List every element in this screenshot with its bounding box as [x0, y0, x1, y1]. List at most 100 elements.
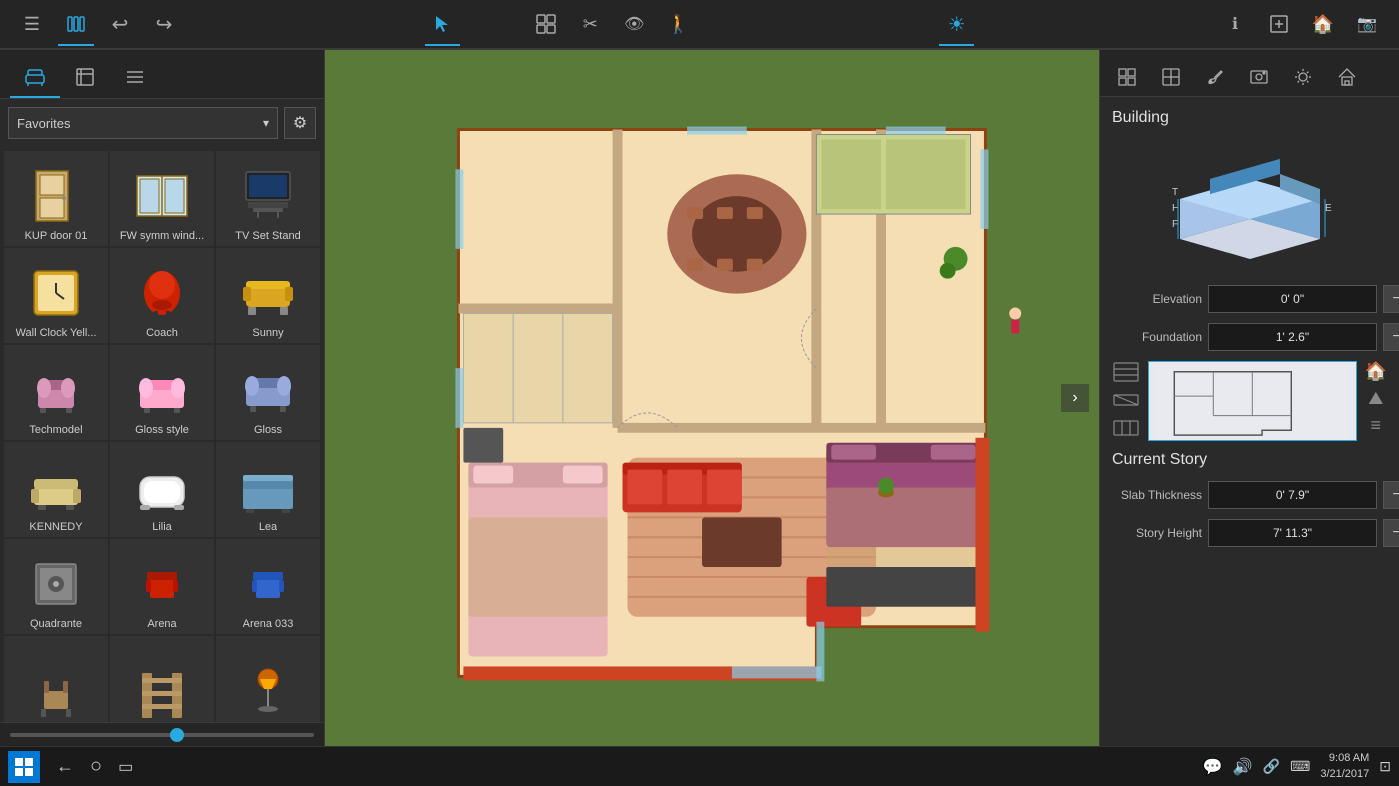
- elevation-label: Elevation: [1112, 292, 1202, 306]
- redo-icon[interactable]: ↪: [142, 2, 186, 46]
- canvas-expand-button[interactable]: ›: [1061, 384, 1089, 412]
- tab-furniture[interactable]: [10, 58, 60, 98]
- item-label-techmodel: Techmodel: [29, 424, 82, 436]
- item-sunny[interactable]: Sunny: [216, 248, 320, 343]
- photo-right-icon[interactable]: [1238, 58, 1280, 96]
- left-panel-tabs: [0, 50, 324, 99]
- camera-top-icon[interactable]: 📷: [1345, 2, 1389, 46]
- foundation-decrement[interactable]: −: [1383, 323, 1399, 351]
- walk-icon[interactable]: 🚶: [656, 2, 700, 46]
- item-thumb-gloss-style: [126, 357, 198, 422]
- select-icon[interactable]: [420, 2, 464, 46]
- scissors-icon[interactable]: ✂: [568, 2, 612, 46]
- settings-button[interactable]: ⚙: [284, 107, 316, 139]
- material-icon[interactable]: [1150, 58, 1192, 96]
- paint-brush-icon[interactable]: [1194, 58, 1236, 96]
- menu-icon[interactable]: ☰: [10, 2, 54, 46]
- favorites-bar: Favorites ▾ ⚙: [0, 99, 324, 147]
- item-thumb-arena: [126, 551, 198, 616]
- item-thumb-shelf1: [126, 660, 198, 722]
- item-label-arena: Arena: [147, 618, 176, 630]
- item-tv-stand[interactable]: TV Set Stand: [216, 151, 320, 246]
- story-visual: 🏠 ⛰ ≡: [1112, 361, 1387, 441]
- item-thumb-gloss: [232, 357, 304, 422]
- item-chair1[interactable]: [4, 636, 108, 722]
- start-button[interactable]: [8, 751, 40, 783]
- sun-icon[interactable]: ☀: [935, 2, 979, 46]
- right-content: Building T H: [1100, 97, 1399, 746]
- svg-text:E: E: [1325, 203, 1332, 214]
- item-thumb-kup-door: [20, 163, 92, 228]
- eye-icon[interactable]: 👁: [612, 2, 656, 46]
- view-icon-1[interactable]: 🏠: [1365, 361, 1387, 382]
- volume-icon[interactable]: 🔊: [1233, 757, 1253, 777]
- home-right-icon[interactable]: [1326, 58, 1368, 96]
- item-fw-symm[interactable]: FW symm wind...: [110, 151, 214, 246]
- canvas-area[interactable]: ›: [325, 50, 1099, 746]
- foundation-row: Foundation − +: [1112, 323, 1387, 351]
- story-height-decrement[interactable]: −: [1383, 519, 1399, 547]
- story-height-input[interactable]: [1208, 519, 1377, 547]
- story-height-row: Story Height − +: [1112, 519, 1387, 547]
- item-gloss[interactable]: Gloss: [216, 345, 320, 440]
- item-arena[interactable]: Arena: [110, 539, 214, 634]
- top-toolbar: ☰ ↩ ↪ ✂ 👁 🚶 ☀ ℹ 🏠 📷: [0, 0, 1399, 50]
- item-lamp1[interactable]: [216, 636, 320, 722]
- clock-time: 9:08 AM: [1320, 751, 1369, 766]
- zoom-slider-thumb[interactable]: [170, 728, 184, 742]
- rect-button[interactable]: ▭: [118, 757, 133, 777]
- network-icon[interactable]: 🔗: [1263, 758, 1280, 775]
- item-label-fw-symm: FW symm wind...: [120, 230, 204, 242]
- keyboard-icon[interactable]: ⌨: [1290, 758, 1310, 775]
- left-panel: Favorites ▾ ⚙ KUP door 01: [0, 50, 325, 746]
- item-wall-clock[interactable]: Wall Clock Yell...: [4, 248, 108, 343]
- tab-drawing[interactable]: [60, 58, 110, 98]
- group-icon[interactable]: [524, 2, 568, 46]
- light-right-icon[interactable]: [1282, 58, 1324, 96]
- right-panel: Building T H: [1099, 50, 1399, 746]
- back-button[interactable]: ←: [56, 756, 74, 777]
- item-lea[interactable]: Lea: [216, 442, 320, 537]
- elevation-decrement[interactable]: −: [1383, 285, 1399, 313]
- item-label-tv-stand: TV Set Stand: [235, 230, 300, 242]
- view-icon-3[interactable]: ≡: [1371, 415, 1382, 436]
- item-label-lilia: Lilia: [152, 521, 172, 533]
- item-arena-033[interactable]: Arena 033: [216, 539, 320, 634]
- library-icon[interactable]: [54, 2, 98, 46]
- elevation-input[interactable]: [1208, 285, 1377, 313]
- right-icons-col: 🏠 ⛰ ≡: [1365, 361, 1387, 441]
- foundation-input[interactable]: [1208, 323, 1377, 351]
- slab-decrement[interactable]: −: [1383, 481, 1399, 509]
- properties-icon[interactable]: [1106, 58, 1148, 96]
- export-icon[interactable]: [1257, 2, 1301, 46]
- favorites-label: Favorites: [17, 116, 70, 131]
- item-kennedy[interactable]: KENNEDY: [4, 442, 108, 537]
- story-icon-row-2[interactable]: [1112, 389, 1140, 411]
- story-icon-row-1[interactable]: [1112, 361, 1140, 383]
- item-label-lea: Lea: [259, 521, 277, 533]
- info-icon[interactable]: ℹ: [1213, 2, 1257, 46]
- notification-icon[interactable]: ⊡: [1379, 758, 1391, 775]
- item-coach[interactable]: Coach: [110, 248, 214, 343]
- zoom-slider[interactable]: [10, 733, 314, 737]
- item-kup-door[interactable]: KUP door 01: [4, 151, 108, 246]
- item-label-gloss-style: Gloss style: [135, 424, 189, 436]
- favorites-dropdown[interactable]: Favorites ▾: [8, 107, 278, 139]
- item-quadrante[interactable]: Quadrante: [4, 539, 108, 634]
- item-techmodel[interactable]: Techmodel: [4, 345, 108, 440]
- mini-floor-plan[interactable]: [1148, 361, 1357, 441]
- item-label-kennedy: KENNEDY: [29, 521, 82, 533]
- item-gloss-style[interactable]: Gloss style: [110, 345, 214, 440]
- svg-text:T: T: [1172, 187, 1178, 198]
- item-shelf1[interactable]: [110, 636, 214, 722]
- chat-icon[interactable]: 💬: [1203, 757, 1223, 777]
- undo-icon[interactable]: ↩: [98, 2, 142, 46]
- home-top-icon[interactable]: 🏠: [1301, 2, 1345, 46]
- story-icon-row-3[interactable]: [1112, 417, 1140, 439]
- circle-button[interactable]: ○: [90, 755, 102, 778]
- slab-input[interactable]: [1208, 481, 1377, 509]
- item-thumb-lamp1: [232, 660, 304, 722]
- tab-list[interactable]: [110, 58, 160, 98]
- view-icon-2[interactable]: ⛰: [1368, 388, 1383, 409]
- item-lilia[interactable]: Lilia: [110, 442, 214, 537]
